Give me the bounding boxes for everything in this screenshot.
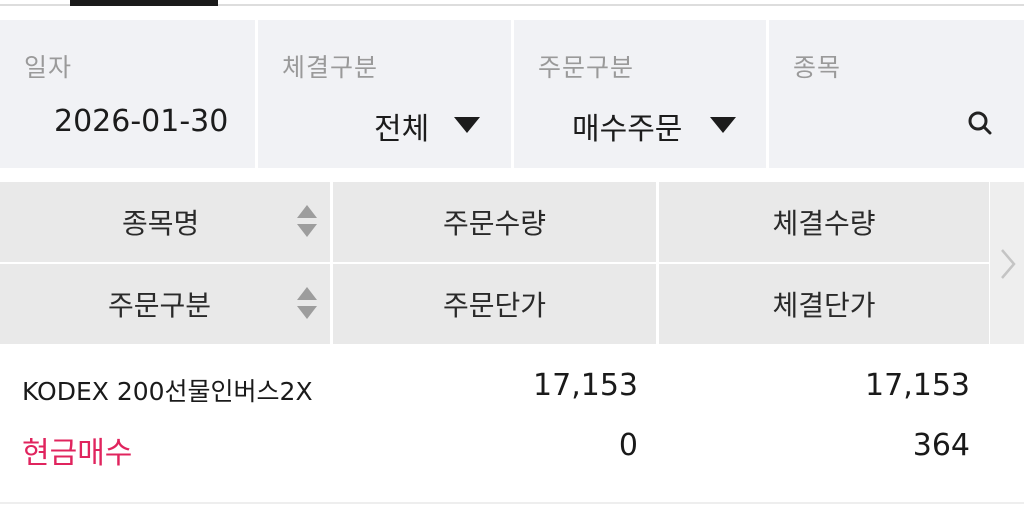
column-header-label: 체결단가	[772, 289, 876, 322]
order-type-filter[interactable]: 주문구분 매수주문	[514, 20, 766, 168]
exec-price: 364	[912, 428, 970, 463]
sort-icon[interactable]	[297, 205, 317, 239]
order-qty: 17,153	[533, 368, 638, 403]
tab-strip	[0, 0, 1024, 14]
active-tab-indicator	[70, 0, 218, 6]
column-header-label: 주문단가	[442, 289, 547, 322]
table-header: 종목명 주문수량 체결수량 주문구분 주문단가 체결단가	[0, 182, 1024, 344]
column-header-order-qty: 주문수량	[333, 182, 656, 262]
execution-type-value: 전체	[374, 112, 430, 147]
order-history-page: 일자 2026-01-30 체결구분 전체 주문구분 매수주문 종목 종목명 주…	[0, 0, 1024, 508]
chevron-right-icon[interactable]	[998, 244, 1018, 284]
column-header-exec-qty: 체결수량	[659, 182, 989, 262]
execution-type-label: 체결구분	[282, 53, 379, 82]
column-header-exec-price: 체결단가	[659, 264, 989, 344]
column-header-stock-name[interactable]: 종목명	[0, 182, 330, 262]
order-type-value: 매수주문	[572, 112, 683, 147]
date-filter[interactable]: 일자 2026-01-30	[0, 20, 255, 168]
column-header-label: 주문구분	[108, 289, 212, 322]
search-icon[interactable]	[967, 110, 993, 136]
filter-panel: 일자 2026-01-30 체결구분 전체 주문구분 매수주문 종목	[0, 20, 1024, 168]
sort-icon[interactable]	[297, 287, 317, 321]
column-header-label: 체결수량	[772, 207, 876, 240]
order-price: 0	[618, 428, 638, 463]
column-header-label: 주문수량	[442, 207, 547, 240]
order-type: 현금매수	[22, 436, 133, 471]
stock-filter-label: 종목	[793, 53, 842, 82]
dropdown-caret-icon	[710, 117, 736, 133]
row-divider	[0, 502, 1024, 504]
order-type-label: 주문구분	[538, 53, 635, 82]
date-filter-value: 2026-01-30	[54, 104, 229, 139]
stock-search-filter[interactable]: 종목	[769, 20, 1024, 168]
dropdown-caret-icon	[454, 117, 480, 133]
column-header-order-type[interactable]: 주문구분	[0, 264, 330, 344]
date-filter-label: 일자	[24, 53, 73, 82]
column-header-label: 종목명	[122, 207, 200, 240]
exec-qty: 17,153	[865, 368, 970, 403]
execution-type-filter[interactable]: 체결구분 전체	[258, 20, 511, 168]
stock-name: KODEX 200선물인버스2X	[22, 377, 313, 406]
column-header-order-price: 주문단가	[333, 264, 656, 344]
